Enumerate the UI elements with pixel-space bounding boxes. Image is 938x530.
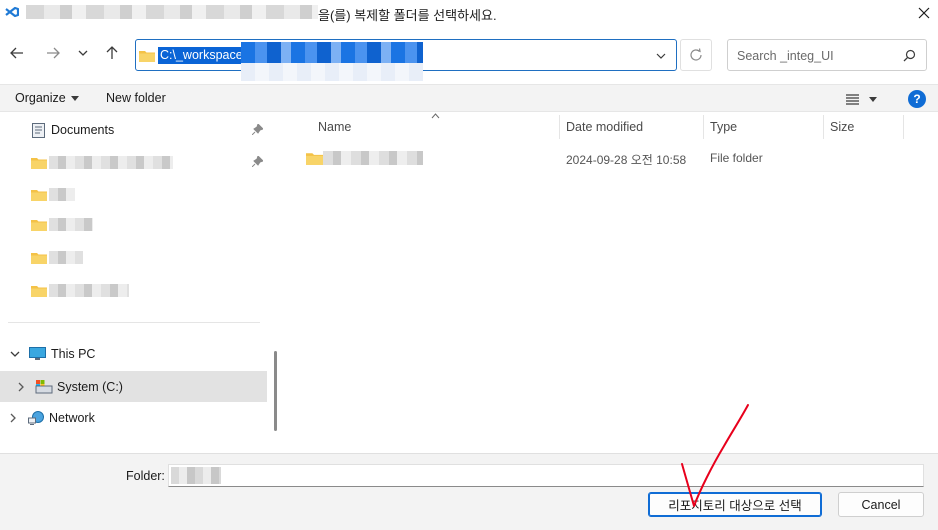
computer-icon: [29, 347, 46, 360]
sidebar-item-network[interactable]: Network: [0, 403, 268, 433]
sidebar-item-folder[interactable]: [0, 275, 268, 305]
list-view-icon: [846, 93, 859, 105]
select-repository-label: 리포지토리 대상으로 선택: [668, 499, 802, 513]
sidebar-item-pinned-folder[interactable]: [0, 147, 268, 177]
select-repository-button[interactable]: 리포지토리 대상으로 선택: [648, 492, 822, 517]
column-header-label: Name: [318, 120, 352, 134]
folder-name-input[interactable]: [168, 464, 924, 487]
organize-label: Organize: [15, 91, 66, 105]
sidebar-item-folder[interactable]: [0, 242, 268, 272]
file-list: Name Date modified Type Size 2024-09-28 …: [285, 113, 938, 453]
window-title: 을(를) 복제할 폴더를 선택하세요.: [318, 8, 497, 23]
sidebar-item-folder[interactable]: [0, 179, 268, 209]
column-separator[interactable]: [903, 115, 904, 139]
sidebar-label-redacted: [49, 155, 173, 169]
documents-icon: [32, 122, 45, 138]
column-separator[interactable]: [559, 115, 560, 139]
folder-icon: [31, 219, 47, 231]
search-icon[interactable]: [903, 49, 916, 62]
file-type: File folder: [710, 151, 763, 165]
recent-locations-button[interactable]: [72, 42, 94, 64]
network-icon: [28, 410, 44, 425]
question-mark-icon: ?: [913, 92, 921, 106]
column-header-size[interactable]: Size: [830, 113, 854, 141]
sidebar-item-label: Network: [49, 411, 95, 425]
address-redacted: [241, 42, 423, 63]
new-folder-button[interactable]: New folder: [106, 91, 166, 105]
chevron-down-icon[interactable]: [10, 351, 20, 358]
chevron-right-icon[interactable]: [18, 382, 25, 392]
sidebar-item-folder[interactable]: [0, 209, 268, 239]
pin-icon[interactable]: [252, 156, 263, 167]
folder-name-redacted: [171, 467, 221, 484]
column-header-date-modified[interactable]: Date modified: [566, 113, 643, 141]
file-name-redacted: [323, 151, 423, 165]
column-separator[interactable]: [823, 115, 824, 139]
close-button[interactable]: [912, 2, 936, 24]
search-box[interactable]: Search _integ_UI: [727, 39, 927, 71]
up-button[interactable]: [101, 42, 123, 64]
column-header-label: Date modified: [566, 120, 644, 134]
sidebar-item-label: System (C:): [57, 379, 123, 394]
refresh-button[interactable]: [680, 39, 712, 71]
column-separator[interactable]: [703, 115, 704, 139]
file-date-modified: 2024-09-28 오전 10:58: [566, 153, 687, 167]
title-redacted: [26, 5, 318, 19]
sidebar-label-redacted: [49, 187, 75, 201]
arrow-up-icon: [106, 46, 118, 59]
column-header-label: Type: [710, 120, 738, 134]
vscode-logo-icon: [5, 6, 19, 18]
cancel-label: Cancel: [861, 497, 901, 512]
caret-down-icon: [869, 96, 877, 102]
folder-label: Folder:: [126, 469, 165, 483]
search-input[interactable]: Search _integ_UI: [737, 49, 834, 63]
column-header-name[interactable]: Name: [318, 113, 351, 141]
chevron-down-icon: [78, 50, 88, 56]
sidebar-label-redacted: [49, 250, 83, 264]
address-redacted-tail: [241, 63, 423, 81]
sidebar-item-system-drive[interactable]: System (C:): [0, 371, 267, 402]
navigation-pane: Documents This PC System (C:) Network: [0, 113, 284, 453]
address-bar[interactable]: C:\_workspace\: [135, 39, 677, 81]
chevron-right-icon[interactable]: [10, 413, 17, 423]
sidebar-item-documents[interactable]: Documents: [0, 115, 268, 145]
arrow-right-icon: [47, 47, 60, 59]
sidebar-label-redacted: [49, 217, 93, 231]
table-row[interactable]: 2024-09-28 오전 10:58 File folder: [303, 143, 923, 173]
folder-icon: [306, 153, 323, 165]
arrow-left-icon: [10, 47, 23, 59]
chevron-down-icon[interactable]: [654, 49, 668, 63]
sidebar-item-label: Documents: [51, 123, 115, 137]
command-bar: Organize New folder ?: [0, 84, 938, 112]
sidebar-scrollbar[interactable]: [274, 351, 277, 431]
cancel-button[interactable]: Cancel: [838, 492, 924, 517]
navigation-bar: C:\_workspace\ Search _integ_UI: [0, 34, 938, 81]
view-options-button[interactable]: [846, 89, 886, 109]
back-button[interactable]: [6, 42, 28, 64]
footer-bar: Folder: 리포지토리 대상으로 선택 Cancel: [0, 453, 938, 530]
column-header-type[interactable]: Type: [710, 113, 737, 141]
caret-down-icon: [70, 95, 79, 101]
pin-icon[interactable]: [252, 124, 263, 135]
drive-icon: [35, 379, 53, 393]
folder-icon: [31, 252, 47, 264]
help-button[interactable]: ?: [908, 90, 926, 108]
folder-icon: [139, 51, 155, 62]
sidebar-item-label: This PC: [51, 347, 96, 361]
sort-ascending-icon: [431, 113, 440, 119]
folder-icon: [31, 157, 47, 169]
refresh-icon: [690, 48, 702, 61]
forward-button[interactable]: [42, 42, 64, 64]
sidebar-divider: [8, 322, 260, 323]
column-header-label: Size: [830, 120, 855, 134]
address-text: C:\_workspace\: [158, 47, 249, 64]
title-bar: 을(를) 복제할 폴더를 선택하세요.: [0, 0, 938, 26]
sidebar-label-redacted: [49, 283, 129, 297]
sidebar-item-this-pc[interactable]: This PC: [0, 339, 268, 369]
folder-icon: [31, 189, 47, 201]
folder-icon: [31, 285, 47, 297]
organize-button[interactable]: Organize: [15, 91, 79, 105]
close-icon: [918, 7, 930, 19]
